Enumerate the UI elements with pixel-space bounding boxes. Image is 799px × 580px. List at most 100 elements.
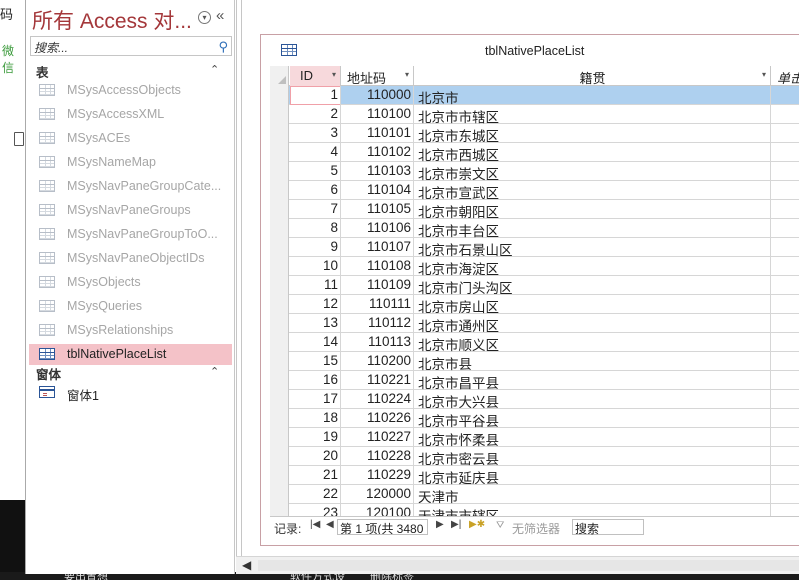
record-selector[interactable] xyxy=(270,352,289,371)
cell-address-code[interactable]: 110000 xyxy=(341,87,411,105)
cell-id[interactable]: 1 xyxy=(290,87,338,105)
record-selector[interactable] xyxy=(270,181,289,200)
record-selector[interactable] xyxy=(270,428,289,447)
record-selector[interactable] xyxy=(270,162,289,181)
cell-native-place[interactable]: 北京市市辖区 xyxy=(418,106,768,124)
cell-native-place[interactable]: 北京市海淀区 xyxy=(418,258,768,276)
search-icon[interactable]: ⚲ xyxy=(218,39,228,55)
nav-item[interactable]: MSysNavPaneGroupToO... xyxy=(29,224,232,245)
table-row[interactable]: 17 110224 北京市大兴县 xyxy=(270,390,799,409)
cell-id[interactable]: 7 xyxy=(290,201,338,219)
table-row[interactable]: 6 110104 北京市宣武区 xyxy=(270,181,799,200)
scroll-track[interactable] xyxy=(258,560,799,571)
cell-native-place[interactable]: 北京市怀柔县 xyxy=(418,429,768,447)
table-row[interactable]: 8 110106 北京市丰台区 xyxy=(270,219,799,238)
cell-address-code[interactable]: 110224 xyxy=(341,391,411,409)
record-selector[interactable] xyxy=(270,143,289,162)
new-record-icon[interactable]: ▶✱ xyxy=(469,519,485,530)
nav-item[interactable]: 窗体1 xyxy=(29,382,232,403)
cell-native-place[interactable]: 北京市房山区 xyxy=(418,296,768,314)
cell-id[interactable]: 15 xyxy=(290,353,338,371)
table-row[interactable]: 19 110227 北京市怀柔县 xyxy=(270,428,799,447)
record-selector[interactable] xyxy=(270,485,289,504)
cell-native-place[interactable]: 北京市县 xyxy=(418,353,768,371)
column-header-native-place[interactable]: 籍贯 ▾ xyxy=(414,66,771,86)
record-selector[interactable] xyxy=(270,86,289,105)
table-row[interactable]: 18 110226 北京市平谷县 xyxy=(270,409,799,428)
table-row[interactable]: 23120100 天津市市辖区 xyxy=(270,504,799,516)
record-selector[interactable] xyxy=(270,333,289,352)
table-row[interactable]: 10 110108 北京市海淀区 xyxy=(270,257,799,276)
record-selector[interactable] xyxy=(270,124,289,143)
nav-item[interactable]: MSysAccessObjects xyxy=(29,80,232,101)
cell-id[interactable]: 2 xyxy=(290,106,338,124)
next-record-icon[interactable]: ▶ xyxy=(436,519,444,530)
cell-id[interactable]: 11 xyxy=(290,277,338,295)
cell-native-place[interactable]: 北京市丰台区 xyxy=(418,220,768,238)
cell-address-code[interactable]: 110228 xyxy=(341,448,411,466)
table-row[interactable]: 12 110111 北京市房山区 xyxy=(270,295,799,314)
current-record-field[interactable]: 第 1 项(共 3480 xyxy=(337,519,428,535)
cell-address-code[interactable]: 120000 xyxy=(341,486,411,504)
nav-item[interactable]: MSysObjects xyxy=(29,272,232,293)
cell-address-code[interactable]: 110111 xyxy=(341,296,411,314)
sort-dropdown-icon[interactable]: ▾ xyxy=(405,70,409,79)
cell-native-place[interactable]: 北京市西城区 xyxy=(418,144,768,162)
cell-address-code[interactable]: 110108 xyxy=(341,258,411,276)
nav-pane-title[interactable]: 所有 Access 对... xyxy=(32,5,192,35)
cell-address-code[interactable]: 110113 xyxy=(341,334,411,352)
table-row[interactable]: 11 110109 北京市门头沟区 xyxy=(270,276,799,295)
filter-icon[interactable]: ⛛ xyxy=(496,520,504,531)
cell-id[interactable]: 4 xyxy=(290,144,338,162)
sort-dropdown-icon[interactable]: ▾ xyxy=(762,70,766,79)
cell-native-place[interactable]: 北京市东城区 xyxy=(418,125,768,143)
cell-native-place[interactable]: 北京市顺义区 xyxy=(418,334,768,352)
nav-item[interactable]: tblNativePlaceList xyxy=(29,344,232,365)
cell-id[interactable]: 23 xyxy=(290,505,338,516)
record-selector[interactable] xyxy=(270,409,289,428)
sort-dropdown-icon[interactable]: ▾ xyxy=(332,70,336,79)
cell-native-place[interactable]: 北京市门头沟区 xyxy=(418,277,768,295)
cell-native-place[interactable]: 北京市崇文区 xyxy=(418,163,768,181)
nav-item[interactable]: MSysQueries xyxy=(29,296,232,317)
record-selector[interactable] xyxy=(270,371,289,390)
column-header-id[interactable]: ID ▾ xyxy=(290,66,341,86)
cell-address-code[interactable]: 110229 xyxy=(341,467,411,485)
cell-native-place[interactable]: 北京市延庆县 xyxy=(418,467,768,485)
nav-item[interactable]: MSysNameMap xyxy=(29,152,232,173)
previous-record-icon[interactable]: ◀ xyxy=(326,519,334,530)
cell-native-place[interactable]: 北京市平谷县 xyxy=(418,410,768,428)
cell-address-code[interactable]: 110221 xyxy=(341,372,411,390)
scroll-left-icon[interactable]: ◀ xyxy=(242,558,251,572)
record-selector[interactable] xyxy=(270,200,289,219)
select-all-corner[interactable] xyxy=(270,66,289,86)
cell-address-code[interactable]: 110102 xyxy=(341,144,411,162)
cell-id[interactable]: 8 xyxy=(290,220,338,238)
filter-status-button[interactable]: 无筛选器 xyxy=(512,520,560,537)
table-row[interactable]: 20 110228 北京市密云县 xyxy=(270,447,799,466)
group-collapse-chevron-icon[interactable]: ⌃ xyxy=(210,365,219,378)
cell-id[interactable]: 5 xyxy=(290,163,338,181)
cell-id[interactable]: 10 xyxy=(290,258,338,276)
column-header-address-code[interactable]: 地址码 ▾ xyxy=(341,66,414,86)
record-selector[interactable] xyxy=(270,238,289,257)
cell-address-code[interactable]: 110105 xyxy=(341,201,411,219)
nav-item[interactable]: MSysRelationships xyxy=(29,320,232,341)
cell-id[interactable]: 9 xyxy=(290,239,338,257)
record-selector[interactable] xyxy=(270,295,289,314)
cell-id[interactable]: 3 xyxy=(290,125,338,143)
cell-id[interactable]: 12 xyxy=(290,296,338,314)
cell-id[interactable]: 22 xyxy=(290,486,338,504)
table-row[interactable]: 4 110102 北京市西城区 xyxy=(270,143,799,162)
cell-id[interactable]: 20 xyxy=(290,448,338,466)
cell-id[interactable]: 14 xyxy=(290,334,338,352)
cell-address-code[interactable]: 110106 xyxy=(341,220,411,238)
cell-address-code[interactable]: 110227 xyxy=(341,429,411,447)
table-row[interactable]: 14 110113 北京市顺义区 xyxy=(270,333,799,352)
cell-native-place[interactable]: 天津市 xyxy=(418,486,768,504)
cell-native-place[interactable]: 北京市通州区 xyxy=(418,315,768,333)
record-selector[interactable] xyxy=(270,314,289,333)
record-selector[interactable] xyxy=(270,504,289,516)
nav-item[interactable]: MSysNavPaneObjectIDs xyxy=(29,248,232,269)
cell-address-code[interactable]: 110101 xyxy=(341,125,411,143)
